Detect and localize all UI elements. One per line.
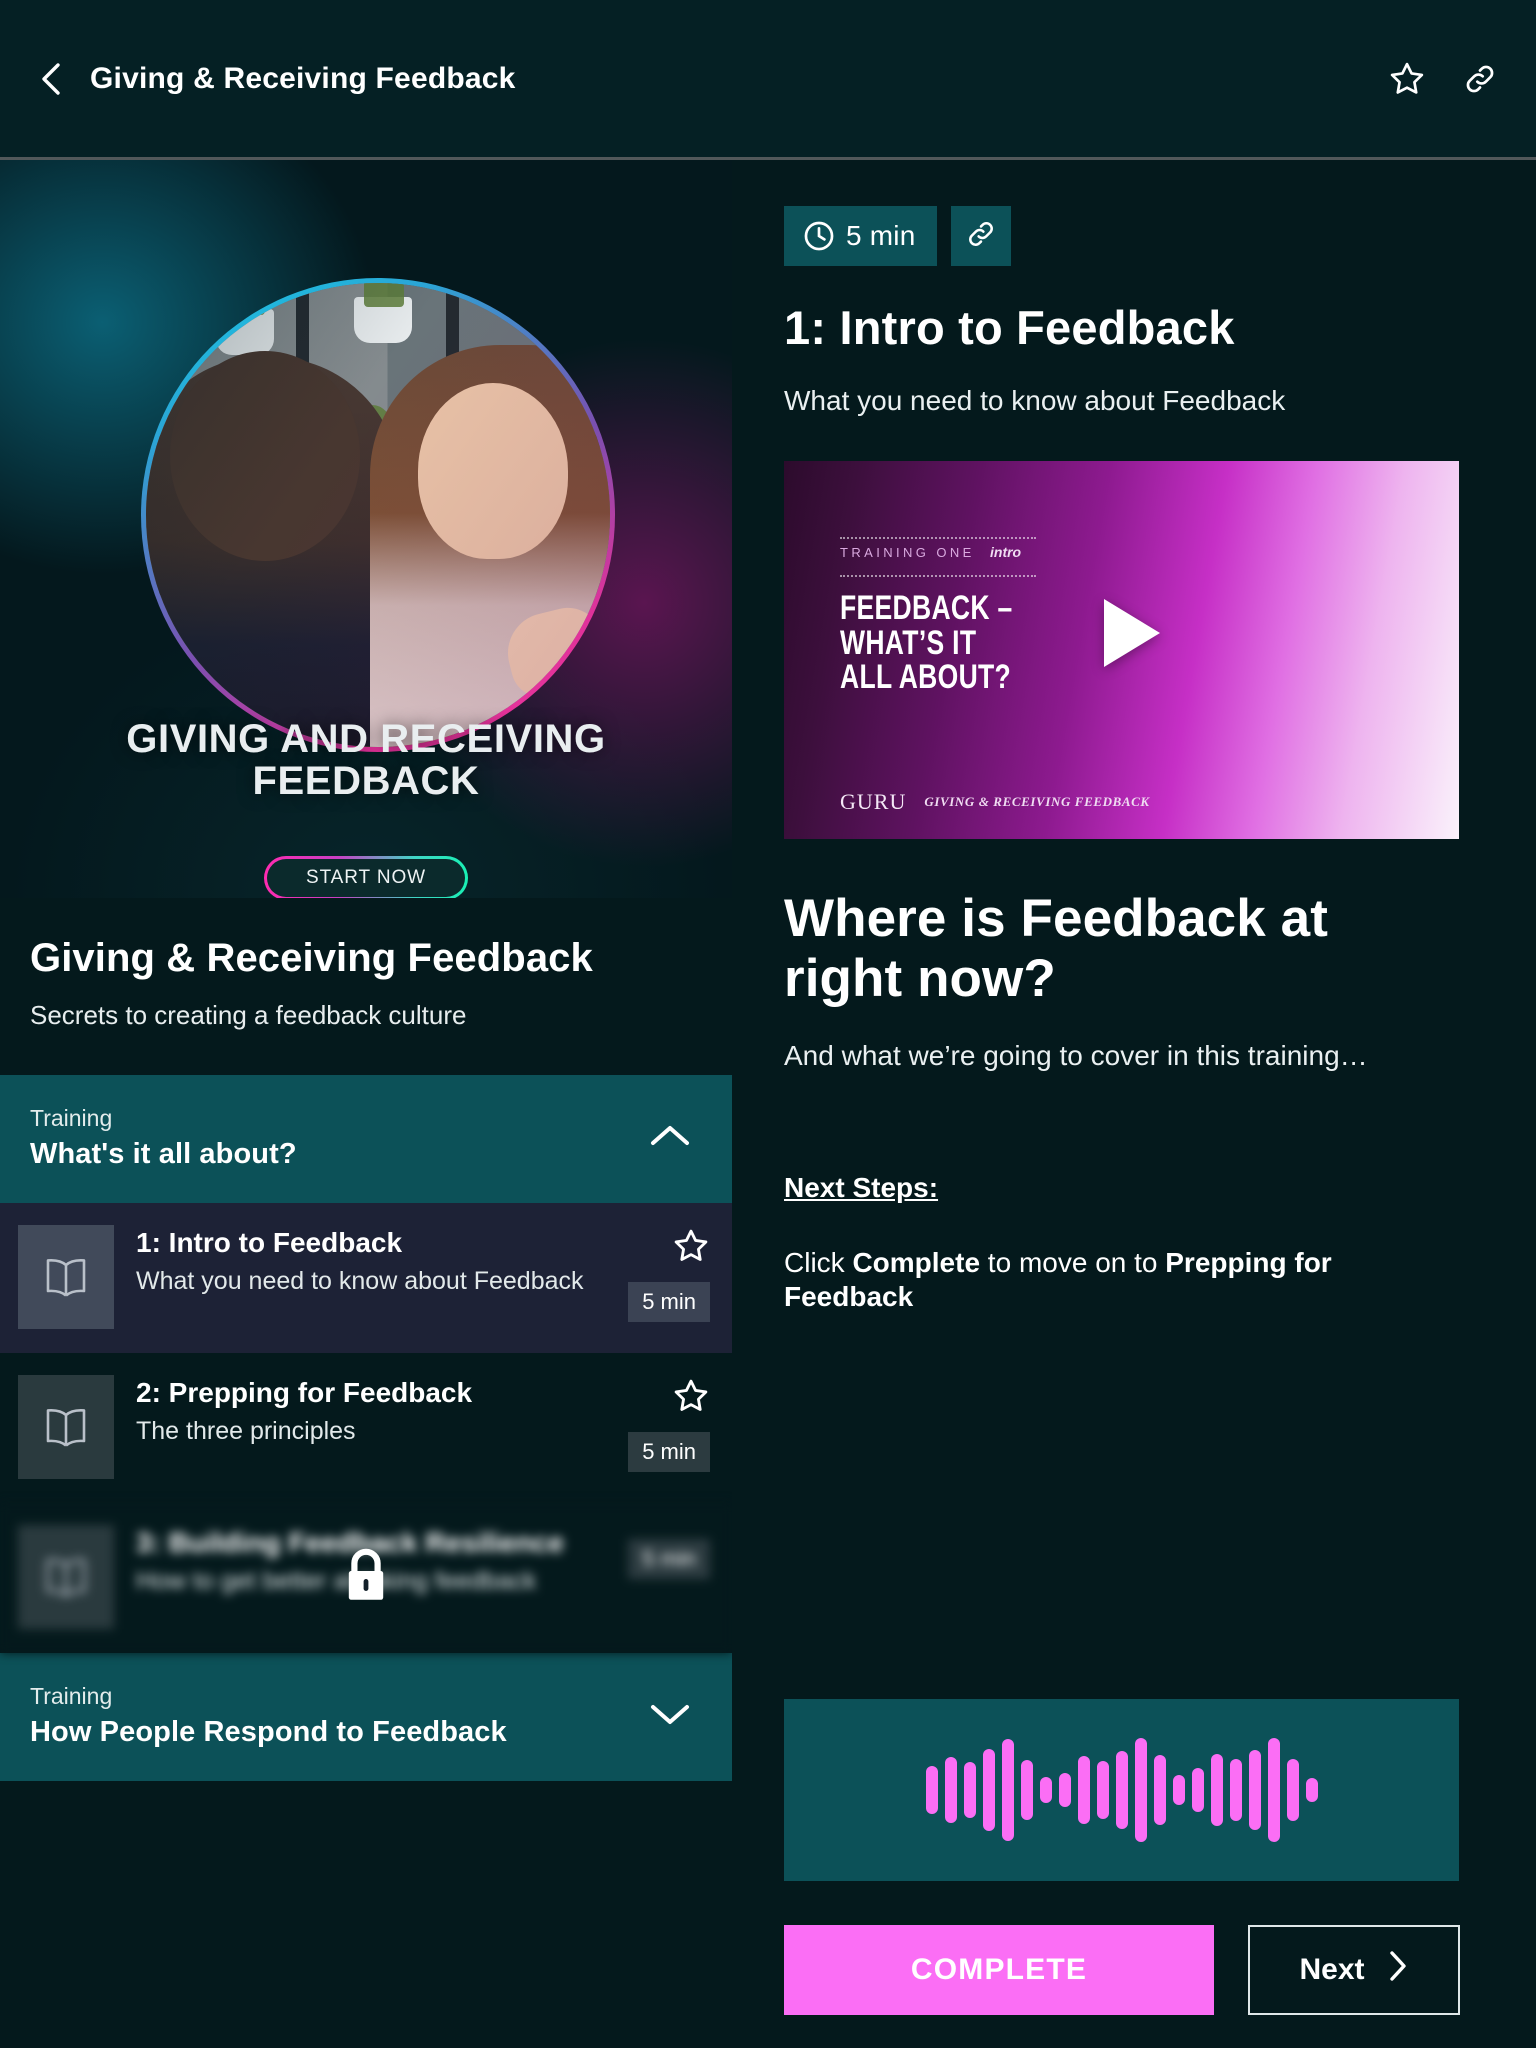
- waveform-bar: [1096, 1761, 1109, 1819]
- waveform-bar: [1020, 1760, 1033, 1820]
- next-steps-body: Click Complete to move on to Prepping fo…: [784, 1246, 1404, 1314]
- video-tag: intro: [990, 544, 1022, 560]
- hero-photo: [146, 283, 610, 747]
- section-header-whats-it-all-about[interactable]: Training What's it all about?: [0, 1075, 732, 1203]
- next-steps-pre: Click: [784, 1246, 853, 1278]
- waveform-bar: [944, 1757, 957, 1823]
- link-icon[interactable]: [1462, 61, 1498, 97]
- chevron-down-icon: [648, 1700, 692, 1733]
- video-brand-logo: GURU GIVING & RECEIVING FEEDBACK: [840, 789, 1150, 815]
- chevron-right-icon: [1387, 1949, 1409, 1991]
- lesson-meta-row: 5 min: [784, 206, 1486, 266]
- hero-title: GIVING AND RECEIVING FEEDBACK: [126, 717, 606, 803]
- video-player-thumbnail[interactable]: TRAINING ONE intro FEEDBACK – WHAT’S IT …: [784, 461, 1459, 839]
- lesson-action-buttons: COMPLETE Next: [784, 1925, 1460, 2015]
- waveform-bar: [1039, 1777, 1052, 1803]
- waveform-bar: [925, 1766, 938, 1814]
- waveform-bar: [1305, 1778, 1318, 1802]
- lesson-title: 3: Building Feedback Resilience: [136, 1527, 564, 1558]
- lesson-body-heading: Where is Feedback at right now?: [784, 889, 1328, 1009]
- lesson-body-paragraph: And what we’re going to cover in this tr…: [784, 1039, 1368, 1071]
- waveform-bar: [1077, 1756, 1090, 1824]
- content-area: GIVING AND RECEIVING FEEDBACK START NOW …: [0, 160, 1536, 2045]
- lesson-detail-description: What you need to know about Feedback: [784, 385, 1286, 416]
- star-outline-icon[interactable]: [672, 1377, 710, 1420]
- guru-logo-mark: GURU: [840, 789, 907, 814]
- next-steps-mid: to move on to: [980, 1246, 1166, 1278]
- lesson-item-2[interactable]: 2: Prepping for Feedback The three princ…: [0, 1353, 732, 1503]
- waveform-bar: [1229, 1759, 1242, 1821]
- lesson-item-3-locked[interactable]: 3: Building Feedback Resilience How to g…: [0, 1503, 732, 1653]
- waveform-bar: [1115, 1751, 1128, 1829]
- lesson-duration-chip: 5 min: [784, 206, 938, 266]
- course-hero-banner: GIVING AND RECEIVING FEEDBACK START NOW: [0, 160, 732, 898]
- lesson-title: 2: Prepping for Feedback: [136, 1377, 473, 1408]
- section-header-how-people-respond[interactable]: Training How People Respond to Feedback: [0, 1653, 732, 1781]
- top-bar-actions: [1388, 60, 1498, 98]
- lesson-duration-badge: 5 min: [628, 1282, 710, 1322]
- waveform-bar: [1286, 1759, 1299, 1821]
- next-button-label: Next: [1299, 1953, 1365, 1986]
- section-name: How People Respond to Feedback: [30, 1716, 507, 1748]
- hero-circle-frame: [141, 278, 615, 752]
- book-icon: [18, 1225, 114, 1329]
- section-name: What's it all about?: [30, 1138, 297, 1170]
- waveform-bar: [1001, 1739, 1014, 1841]
- lesson-duration-badge: 5 min: [628, 1539, 710, 1579]
- waveform-bar: [1134, 1738, 1147, 1842]
- section-kicker: Training: [30, 1105, 113, 1131]
- lesson-subtitle: How to get better at taking feedback: [136, 1567, 537, 1596]
- waveform-bar: [1172, 1775, 1185, 1805]
- waveform-bar: [1153, 1755, 1166, 1825]
- lesson-item-1[interactable]: 1: Intro to Feedback What you need to kn…: [0, 1203, 732, 1353]
- lesson-item-3-content: 3: Building Feedback Resilience How to g…: [0, 1503, 732, 1653]
- copy-link-button[interactable]: [951, 206, 1012, 266]
- page-title: Giving & Receiving Feedback: [90, 61, 516, 95]
- waveform-bar: [1058, 1773, 1071, 1807]
- book-icon: [18, 1525, 114, 1629]
- start-now-label: START NOW: [267, 859, 465, 897]
- video-headline: FEEDBACK – WHAT’S IT ALL ABOUT?: [840, 589, 1013, 697]
- waveform-bar: [1191, 1768, 1204, 1812]
- clock-icon: [784, 219, 846, 253]
- waveform-bar: [1267, 1738, 1280, 1842]
- lesson-duration-value: 5 min: [846, 220, 916, 251]
- chevron-up-icon: [648, 1122, 692, 1155]
- lesson-subtitle: The three principles: [136, 1417, 356, 1446]
- waveform-bar: [982, 1749, 995, 1831]
- section-kicker: Training: [30, 1683, 113, 1709]
- waveform-bar: [1210, 1754, 1223, 1826]
- course-sidebar: GIVING AND RECEIVING FEEDBACK START NOW …: [0, 160, 732, 2045]
- star-outline-icon[interactable]: [1388, 60, 1426, 98]
- chevron-left-icon: [38, 62, 64, 96]
- video-kicker: TRAINING ONE: [840, 545, 975, 560]
- star-outline-icon[interactable]: [672, 1227, 710, 1270]
- audio-player[interactable]: [784, 1699, 1459, 1881]
- play-icon[interactable]: [1104, 599, 1160, 667]
- back-button[interactable]: [34, 62, 68, 96]
- lesson-detail-title: 1: Intro to Feedback: [784, 301, 1235, 354]
- lesson-title: 1: Intro to Feedback: [136, 1227, 403, 1258]
- lesson-duration-badge: 5 min: [628, 1432, 710, 1472]
- lesson-subtitle: What you need to know about Feedback: [136, 1267, 584, 1296]
- start-now-button[interactable]: START NOW: [264, 856, 468, 898]
- waveform-bar: [963, 1762, 976, 1818]
- top-app-bar: Giving & Receiving Feedback: [0, 0, 1536, 160]
- course-subtitle: Secrets to creating a feedback culture: [30, 1000, 467, 1030]
- lesson-detail-panel: 5 min 1: Intro to Feedback What you need…: [732, 160, 1536, 2045]
- video-brand-text: GIVING & RECEIVING FEEDBACK: [924, 794, 1150, 809]
- complete-button[interactable]: COMPLETE: [784, 1925, 1214, 2015]
- course-title: Giving & Receiving Feedback: [30, 936, 593, 980]
- waveform-bar: [1248, 1750, 1261, 1830]
- next-steps-label: Next Steps:: [784, 1171, 939, 1203]
- link-icon: [965, 218, 997, 255]
- next-steps-bold-complete: Complete: [852, 1246, 981, 1278]
- book-icon: [18, 1375, 114, 1479]
- next-button[interactable]: Next: [1248, 1925, 1460, 2015]
